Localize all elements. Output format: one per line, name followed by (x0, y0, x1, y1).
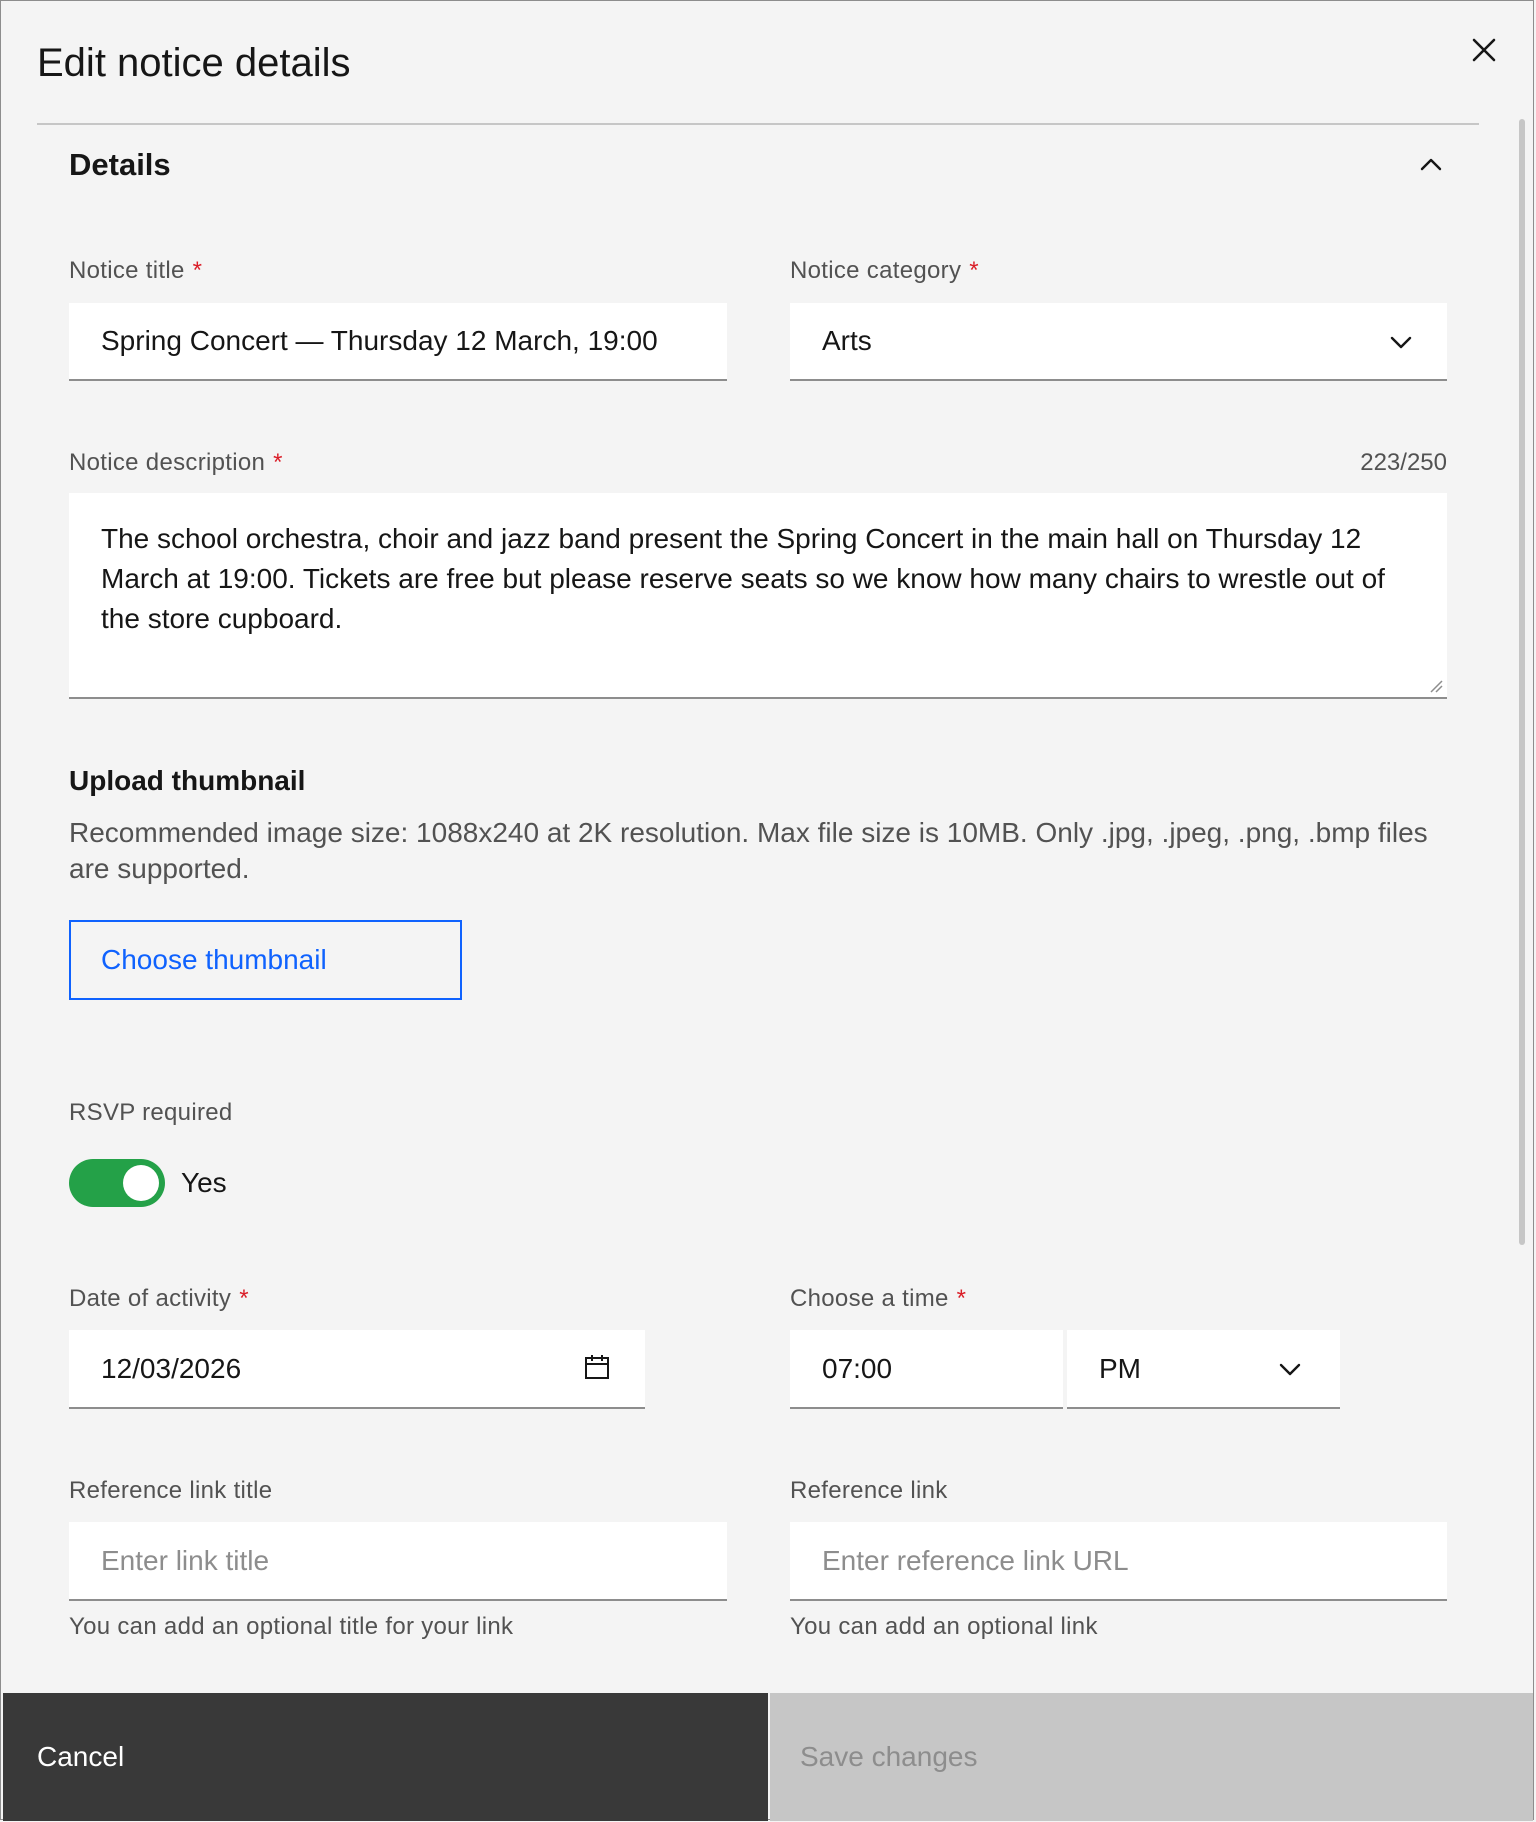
reference-link-helper: You can add an optional link (790, 1613, 1098, 1640)
close-button[interactable] (1467, 33, 1501, 67)
notice-title-label: Notice title * (69, 257, 202, 285)
required-mark: * (969, 257, 979, 284)
notice-description-label-text: Notice description (69, 449, 266, 476)
rsvp-toggle[interactable] (69, 1159, 165, 1207)
upload-thumbnail-description: Recommended image size: 1088x240 at 2K r… (69, 817, 1428, 884)
required-mark: * (192, 257, 203, 284)
close-icon (1472, 38, 1496, 62)
choose-thumbnail-button[interactable]: Choose thumbnail (69, 920, 462, 1000)
time-value: 07:00 (822, 1352, 893, 1384)
modal-title: Edit notice details (37, 41, 351, 85)
notice-description-textarea[interactable]: The school orchestra, choir and jazz ban… (69, 493, 1447, 699)
notice-description-value: The school orchestra, choir and jazz ban… (101, 523, 1385, 634)
required-mark: * (273, 449, 283, 476)
choose-thumbnail-label: Choose thumbnail (101, 944, 327, 975)
required-mark: * (239, 1285, 249, 1312)
reference-link-title-helper: You can add an optional title for your l… (69, 1613, 514, 1640)
choose-time-label: Choose a time * (790, 1285, 966, 1313)
rsvp-toggle-text: Yes (181, 1167, 227, 1198)
notice-category-label-text: Notice category (790, 257, 962, 284)
chevron-up-icon[interactable] (1415, 149, 1447, 181)
notice-title-label-text: Notice title (69, 257, 185, 284)
reference-link-placeholder: Enter reference link URL (822, 1544, 1129, 1576)
date-of-activity-input[interactable]: 12/03/2026 (69, 1330, 645, 1409)
required-mark: * (956, 1285, 967, 1312)
calendar-icon[interactable] (583, 1353, 611, 1381)
save-changes-label: Save changes (800, 1741, 978, 1772)
notice-category-value: Arts (822, 325, 872, 356)
choose-time-label-text: Choose a time (790, 1285, 949, 1312)
date-of-activity-label: Date of activity * (69, 1285, 249, 1313)
cancel-button[interactable]: Cancel (3, 1693, 768, 1821)
cancel-button-label: Cancel (37, 1741, 125, 1772)
reference-link-input[interactable]: Enter reference link URL (790, 1522, 1447, 1601)
notice-title-input[interactable]: Spring Concert — Thursday 12 March, 19:0… (69, 303, 727, 381)
reference-link-title-label: Reference link title (69, 1477, 273, 1504)
section-title-details: Details (69, 147, 171, 182)
scrollbar-thumb[interactable] (1519, 119, 1525, 1245)
character-counter: 223/250 (1360, 449, 1447, 476)
reference-link-title-input[interactable]: Enter link title (69, 1522, 727, 1601)
header-divider (37, 123, 1479, 125)
time-input[interactable]: 07:00 (790, 1330, 1063, 1409)
am-pm-select[interactable]: PM (1067, 1330, 1340, 1409)
date-of-activity-label-text: Date of activity (69, 1285, 232, 1312)
rsvp-label: RSVP required (69, 1099, 233, 1126)
notice-description-label: Notice description * (69, 449, 283, 477)
resize-handle-icon[interactable] (1429, 679, 1443, 693)
notice-category-label: Notice category * (790, 257, 979, 285)
reference-link-label: Reference link (790, 1477, 948, 1504)
chevron-down-icon (1279, 1363, 1301, 1376)
am-pm-value: PM (1099, 1352, 1141, 1384)
upload-thumbnail-title: Upload thumbnail (69, 765, 306, 796)
notice-category-select[interactable]: Arts (790, 303, 1447, 381)
save-changes-button[interactable]: Save changes (770, 1693, 1533, 1821)
edit-notice-modal: Edit notice details Details Notice title… (0, 0, 1534, 1821)
date-of-activity-value: 12/03/2026 (101, 1352, 242, 1384)
notice-title-value: Spring Concert — Thursday 12 March, 19:0… (101, 325, 658, 356)
chevron-down-icon (1390, 336, 1412, 349)
reference-link-title-placeholder: Enter link title (101, 1544, 270, 1576)
toggle-knob (123, 1165, 159, 1201)
